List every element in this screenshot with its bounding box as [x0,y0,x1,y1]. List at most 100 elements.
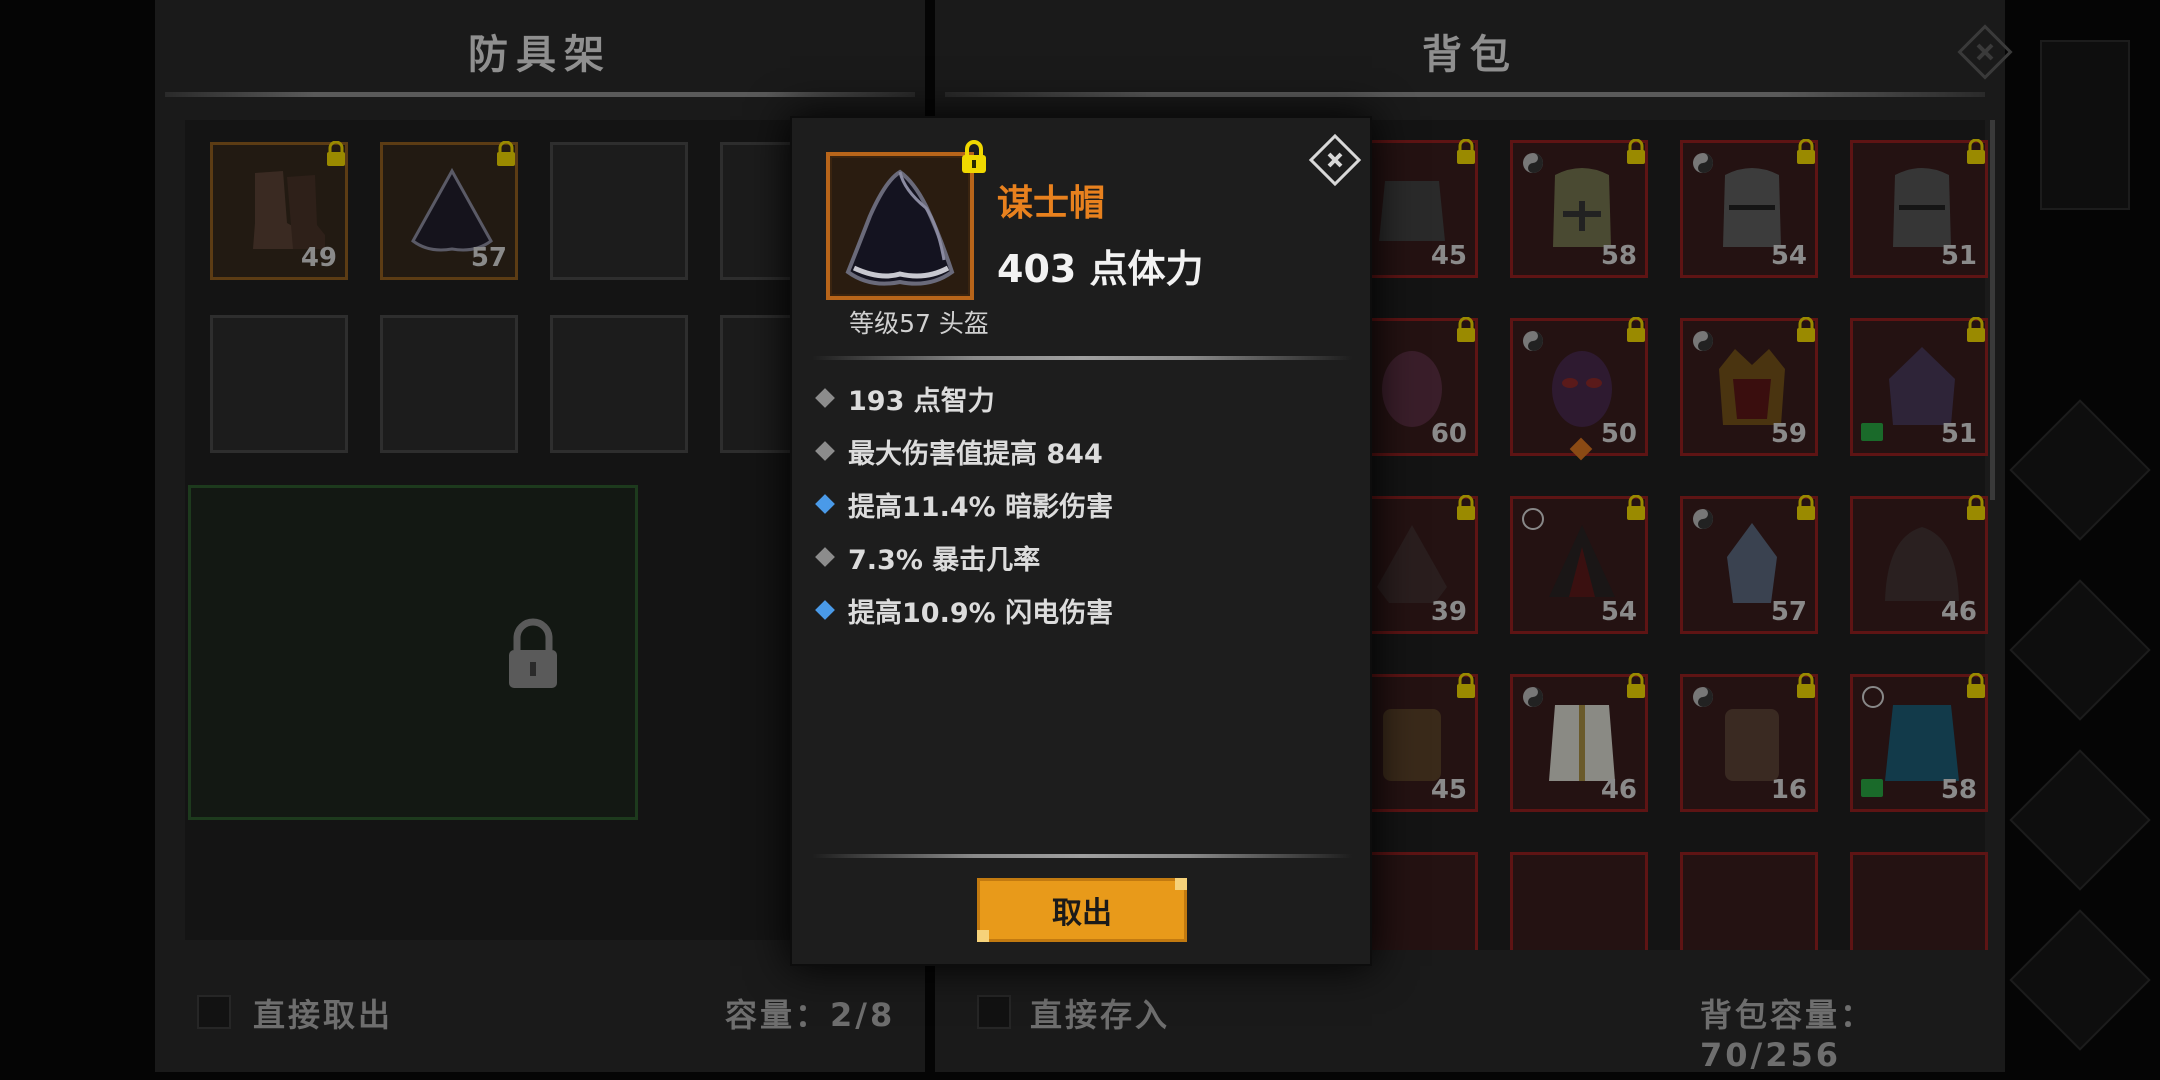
item-main-stat: 403 点体力 [997,247,1204,291]
item-level: 57 [1770,597,1807,627]
item-name: 谋士帽 [997,183,1106,224]
direct-take-checkbox[interactable] [197,995,231,1029]
backpack-slot[interactable] [1510,852,1648,950]
armor-rack-capacity: 容量：2/8 [725,996,896,1034]
stat-row: 193 点智力 [814,378,995,418]
stat-text: 7.3% 暴击几率 [848,544,1041,576]
book-icon [1861,779,1883,797]
diamond-bullet-icon [815,494,835,514]
backpack-slot[interactable]: 16 [1680,673,1818,812]
backpack-slot[interactable]: 50 [1510,317,1648,461]
item-level: 60 [1430,419,1467,449]
armor-rack-title: 防具架 [468,32,612,78]
item-level: 51 [1940,419,1977,449]
backpack-slot[interactable]: 58 [1850,673,1988,812]
divider [812,356,1352,360]
backpack-slot[interactable]: 57 [1680,495,1818,634]
item-level: 50 [1600,419,1637,449]
item-level: 54 [1600,597,1637,627]
armor-slot-empty[interactable] [210,315,348,453]
item-level-type: 等级57 头盔 [849,309,989,338]
stat-text: 提高11.4% 暗影伤害 [848,491,1114,523]
item-level: 58 [1600,241,1637,271]
direct-store-checkbox[interactable] [977,995,1011,1029]
lock-icon [1797,673,1815,698]
button-corner [977,930,989,942]
lock-icon [1627,317,1645,342]
backpack-slot[interactable]: 59 [1680,317,1818,456]
close-icon[interactable] [1955,22,2015,82]
stat-row: 提高11.4% 暗影伤害 [814,484,1113,524]
backpack-slot[interactable]: 54 [1680,139,1818,278]
lock-icon [1627,673,1645,698]
lock-icon [1967,317,1985,342]
armor-slot-empty[interactable] [550,315,688,453]
side-menu-button[interactable] [2009,909,2151,1051]
lock-icon [509,618,557,688]
lock-icon [1967,139,1985,164]
item-level: 46 [1600,775,1637,805]
hood-helmet-icon [845,169,955,286]
item-level: 39 [1430,597,1467,627]
lock-icon [327,141,345,166]
backpack-slot[interactable]: 51 [1850,139,1988,278]
side-menu-button[interactable] [2009,579,2151,721]
item-tooltip: 谋士帽 403 点体力 等级57 头盔 193 点智力 最大伤害值提高 844 … [790,116,1372,966]
side-menu-button[interactable] [2009,399,2151,541]
lock-icon [1457,495,1475,520]
backpack-capacity: 背包容量：70/256 [1700,996,1876,1074]
armor-slot-2[interactable]: 57 [380,141,518,280]
direct-store-label: 直接存入 [1030,996,1171,1034]
close-icon[interactable] [1305,130,1365,190]
item-icon-frame [826,152,974,300]
direct-take-label: 直接取出 [253,996,394,1034]
lock-icon [1457,139,1475,164]
armor-slot-empty[interactable] [380,315,518,453]
diamond-bullet-icon [815,388,835,408]
lock-icon [1457,673,1475,698]
locked-slot-area [188,485,638,820]
side-menu-button[interactable] [2040,40,2130,210]
backpack-slot[interactable]: 46 [1510,673,1648,812]
lock-icon [1797,495,1815,520]
lock-icon [1967,673,1985,698]
title-divider [165,92,915,97]
lock-icon[interactable] [960,140,988,174]
lock-icon [1797,139,1815,164]
lock-icon [1457,317,1475,342]
stat-text: 193 点智力 [848,385,995,417]
gem-icon [1569,437,1593,461]
title-divider [945,92,1985,97]
armor-slot-empty[interactable] [550,142,688,280]
item-level: 58 [1940,775,1977,805]
lock-icon [1627,495,1645,520]
side-menu-button[interactable] [2009,749,2151,891]
take-out-button[interactable]: 取出 [977,878,1187,942]
backpack-slot[interactable]: 51 [1850,317,1988,456]
backpack-slot[interactable] [1850,852,1988,950]
item-level: 54 [1770,241,1807,271]
backpack-slot[interactable]: 58 [1510,139,1648,278]
backpack-slot[interactable]: 46 [1850,495,1988,634]
item-level: 57 [470,243,507,273]
stat-row: 提高10.9% 闪电伤害 [814,590,1113,630]
lock-icon [1797,317,1815,342]
lock-icon [1967,495,1985,520]
backpack-slot[interactable]: 54 [1510,495,1648,634]
lock-icon [497,141,515,166]
item-level: 16 [1770,775,1807,805]
item-level: 45 [1430,775,1467,805]
backpack-slot[interactable] [1680,852,1818,950]
take-out-label: 取出 [1052,896,1112,931]
stat-row: 7.3% 暴击几率 [814,537,1040,577]
divider [812,854,1352,858]
armor-slot-1[interactable]: 49 [210,141,348,280]
stat-row: 最大伤害值提高 844 [814,431,1103,471]
stat-text: 提高10.9% 闪电伤害 [848,597,1114,629]
scrollbar[interactable] [1990,120,1995,500]
item-level: 45 [1430,241,1467,271]
backpack-title: 背包 [1422,32,1518,78]
button-corner [1175,878,1187,890]
lock-icon [1627,139,1645,164]
diamond-bullet-icon [815,600,835,620]
